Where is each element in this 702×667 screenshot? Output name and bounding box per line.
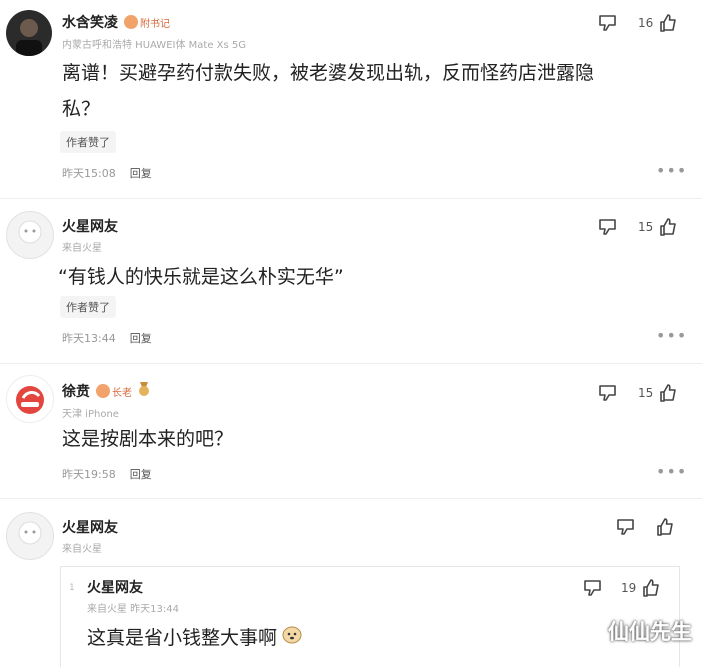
thumbs-up-icon — [660, 218, 677, 236]
flower-badge-icon — [124, 15, 138, 29]
divider — [0, 498, 702, 499]
dislike-icon[interactable] — [616, 518, 636, 540]
nested-reply: 1 火星网友 来自火星 昨天13:44 19 这真是省小钱整大事啊 — [60, 566, 680, 667]
watermark: 仙仙先生 — [608, 620, 692, 644]
more-options-icon[interactable]: ••• — [656, 326, 687, 345]
thumbs-up-icon — [660, 14, 677, 32]
like-count: 15 — [638, 386, 654, 400]
like-control[interactable]: 16 — [638, 14, 677, 32]
badge-label: 附书记 — [140, 18, 170, 30]
more-options-icon[interactable]: ••• — [656, 462, 687, 481]
like-control[interactable]: 15 — [638, 384, 677, 402]
more-options-icon[interactable]: ••• — [656, 161, 687, 180]
reply-button[interactable]: 回复 — [130, 466, 152, 482]
comment-meta: 来自火星 昨天13:44 — [87, 604, 179, 615]
user-badge: 长老 — [96, 384, 132, 399]
reply-button[interactable]: 回复 — [130, 165, 152, 181]
reply-index: 1 — [69, 583, 75, 593]
comment-meta: 来自火星 — [62, 544, 102, 555]
user-badge: 附书记 — [124, 15, 170, 30]
medal-icon — [138, 381, 150, 401]
reply-text-content: 这真是省小钱整大事啊 — [87, 627, 278, 649]
reply-button[interactable]: 回复 — [130, 330, 152, 346]
comment-text: “有钱人的快乐就是这么朴实无华” — [58, 266, 344, 288]
comment-time: 昨天13:44 — [62, 332, 116, 345]
comment-time: 昨天19:58 — [62, 468, 116, 481]
avatar[interactable] — [6, 10, 52, 56]
thumbs-up-icon — [660, 384, 677, 402]
comment-text: 这是按剧本来的吧？ — [62, 428, 234, 450]
comment-text-line: 离谱！买避孕药付款失败，被老婆发现出轨，反而怪药店泄露隐 — [62, 62, 595, 84]
comment-meta: 天津 iPhone — [62, 409, 119, 420]
dislike-icon[interactable] — [598, 384, 618, 406]
avatar[interactable] — [6, 512, 54, 560]
username[interactable]: 徐贲 — [62, 381, 90, 401]
dislike-icon[interactable] — [598, 218, 618, 240]
thumbs-up-icon — [643, 579, 660, 597]
comment-time: 昨天15:08 — [62, 167, 116, 180]
like-control[interactable] — [656, 518, 674, 536]
username[interactable]: 火星网友 — [62, 517, 118, 537]
like-count: 16 — [638, 16, 654, 30]
avatar[interactable] — [6, 375, 54, 423]
username[interactable]: 火星网友 — [87, 577, 143, 597]
dog-emoji-icon — [281, 621, 303, 655]
badge-label: 长老 — [112, 387, 132, 399]
author-liked-chip: 作者赞了 — [60, 131, 116, 153]
divider — [0, 363, 702, 364]
comment-text-line: 私？ — [62, 98, 101, 120]
dislike-icon[interactable] — [598, 14, 618, 36]
thumbs-up-icon — [657, 518, 673, 536]
username[interactable]: 火星网友 — [62, 216, 118, 236]
author-liked-chip: 作者赞了 — [60, 296, 116, 318]
avatar[interactable] — [6, 211, 54, 259]
like-count: 15 — [638, 220, 654, 234]
username[interactable]: 水含笑凌 — [62, 12, 118, 32]
divider — [0, 198, 702, 199]
reply-text: 这真是省小钱整大事啊 — [87, 621, 303, 655]
comment-meta: 内蒙古呼和浩特 HUAWEI体 Mate Xs 5G — [62, 40, 247, 51]
like-control[interactable]: 19 — [621, 579, 660, 597]
like-control[interactable]: 15 — [638, 218, 677, 236]
dislike-icon[interactable] — [583, 579, 603, 601]
like-count: 19 — [621, 581, 637, 595]
comment-text: 离谱！买避孕药付款失败，被老婆发现出轨，反而怪药店泄露隐 私？ — [62, 56, 594, 126]
flower-badge-icon — [96, 384, 110, 398]
comment-meta: 来自火星 — [62, 243, 102, 254]
